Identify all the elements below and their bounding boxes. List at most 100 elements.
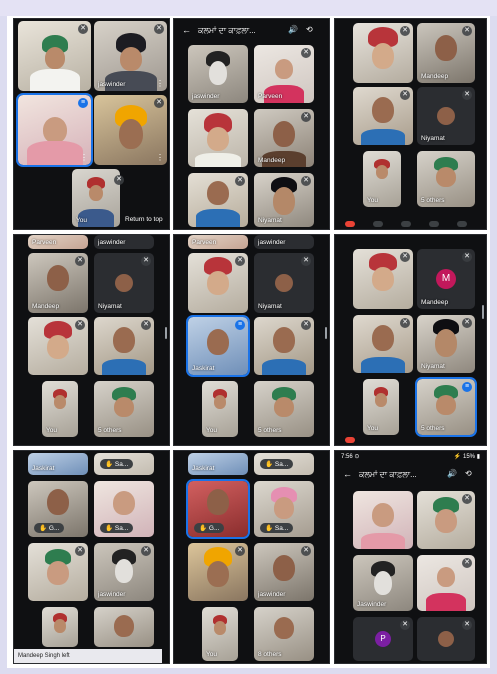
video-tile-jaswinder[interactable]: jaswinder [94,235,154,249]
mic-muted-icon: ✕ [301,48,311,58]
video-tile[interactable]: ✕ ⋮ [94,95,167,165]
end-call-button[interactable] [345,437,355,443]
speaker-icon[interactable]: 🔊 [447,469,457,478]
self-view-tile[interactable]: You [202,607,238,661]
video-tile-jaswinder[interactable]: jaswinder [188,45,248,103]
video-tile-niyamat[interactable]: Niyamat ✕ [254,253,314,313]
video-tile-sa[interactable]: ✋ Sa... [94,453,154,475]
video-tile-jaswinder[interactable]: Jaswinder [353,555,413,611]
video-tile[interactable]: ✕ [353,315,413,373]
participant-name: Mandeep [421,299,449,306]
participant-face [207,181,229,205]
self-view-tile[interactable]: You [72,169,120,227]
video-tile[interactable]: ✕ [94,317,154,375]
participant-face [47,489,69,515]
others-tile[interactable]: 5 others [94,381,154,437]
video-tile-speaking[interactable]: ≡ ⋮ [16,93,93,167]
video-tile-jaskirat[interactable]: Jaskirat [188,453,248,475]
meet-screenshot-6: ✕ M Mandeep ✕ ✕ Niyamat ✕ You 5 others ≡ [334,234,487,446]
switch-camera-icon[interactable]: ⟲ [465,469,472,478]
participant-face [42,117,67,143]
video-tile-niyamat[interactable]: Niyamat ✕ [417,315,475,373]
scrollbar[interactable] [482,305,484,319]
video-tile[interactable]: ✕ [188,253,248,313]
video-tile[interactable]: P ✕ [353,617,413,661]
video-tile[interactable]: ✕ [417,617,475,661]
video-tile-jaswinder[interactable]: ✕ jaswinder ⋮ [94,21,167,91]
meet-screenshot-7: Jaskirat ✋ Sa... ✋ G... ✋ Sa... ✕ jaswin… [13,450,170,664]
video-tile-niyamat[interactable]: Niyamat ✕ [254,173,314,227]
video-tile-mandeep[interactable]: M Mandeep ✕ [417,249,475,309]
video-tile-jaswinder[interactable]: jaswinder ✕ [254,543,314,601]
video-tile-niyamat[interactable]: Niyamat ✕ [94,253,154,313]
hand-button[interactable] [429,221,439,227]
video-tile-parveen[interactable]: Parveen [188,235,248,249]
video-tile[interactable]: ✕ [353,87,413,145]
video-tile[interactable] [353,491,413,549]
mic-muted-icon: ✕ [462,90,472,100]
participant-face [375,393,387,407]
video-tile-parveen[interactable]: Parveen ✕ [254,45,314,103]
participant-face [118,119,143,149]
video-tile-sa[interactable]: ✋ Sa... [94,481,154,537]
video-tile-jaswinder[interactable]: jaswinder [254,235,314,249]
self-view-tile[interactable] [42,607,78,647]
video-tile-niyamat[interactable]: Niyamat ✕ [417,87,475,145]
video-tile-mandeep[interactable]: Mandeep ✕ [28,253,88,313]
scrollbar[interactable] [165,327,167,339]
participant-face [372,325,394,351]
mic-button[interactable] [401,221,411,227]
video-tile-sa[interactable]: ✋ Sa... [254,453,314,475]
self-view-tile[interactable]: You [42,381,78,437]
video-tile-mandeep[interactable]: Mandeep ✕ [254,109,314,167]
back-arrow-icon[interactable]: ← [343,469,352,479]
video-tile[interactable] [188,109,248,167]
self-view-tile[interactable]: You [363,151,401,207]
meet-screenshot-4: Parveen jaswinder Mandeep ✕ Niyamat ✕ ✕ … [13,234,170,446]
video-tile[interactable]: ✕ [188,173,248,227]
mic-muted-icon: ✕ [75,320,85,330]
video-tile[interactable]: ✕ [18,21,91,91]
self-view-tile[interactable]: You [363,379,399,435]
more-options-icon[interactable]: ⋮ [80,154,88,162]
participant-face [436,167,456,187]
video-tile-jaswinder[interactable]: jaswinder ✕ [94,543,154,601]
video-tile-g[interactable]: ✋ G... [186,479,250,539]
others-tile[interactable]: 5 others [417,151,475,207]
more-options-icon[interactable]: ⋮ [156,154,164,162]
mic-muted-icon: ✕ [141,320,151,330]
self-view-tile[interactable]: You [202,381,238,437]
participant-body [195,153,241,167]
video-tile-sa[interactable]: ✋ Sa... [254,481,314,537]
video-tile[interactable] [94,607,154,647]
video-tile-jaskirat[interactable]: Jaskirat ≡ [186,315,250,377]
video-tile[interactable]: ✕ [188,543,248,601]
more-options-icon[interactable]: ⋮ [156,80,164,88]
video-tile[interactable]: ✕ [28,317,88,375]
scrollbar[interactable] [325,327,327,339]
participant-face [437,567,455,587]
others-tile[interactable]: 5 others [254,381,314,437]
participant-name: Sa... [114,525,129,532]
back-arrow-icon[interactable]: ← [182,25,191,35]
video-tile[interactable]: ✕ [353,249,413,309]
others-tile[interactable]: 8 others [254,607,314,661]
video-tile[interactable]: ✕ [353,23,413,83]
end-call-button[interactable] [345,221,355,227]
mic-muted-icon: ✕ [301,112,311,122]
participant-face [207,329,229,355]
video-tile[interactable]: ✕ [28,543,88,601]
return-to-top-link[interactable]: Return to top [120,215,168,224]
camera-button[interactable] [373,221,383,227]
switch-camera-icon[interactable]: ⟲ [306,25,313,34]
video-tile-g[interactable]: ✋ G... [28,481,88,537]
video-tile-jaskirat[interactable]: Jaskirat [28,453,88,475]
video-tile[interactable]: ✕ [254,317,314,375]
video-tile-parveen[interactable]: Parveen [28,235,88,249]
video-tile[interactable]: ✕ [417,491,475,549]
video-tile-mandeep[interactable]: Mandeep ✕ [417,23,475,83]
video-tile[interactable]: ✕ [417,555,475,611]
speaker-icon[interactable]: 🔊 [288,25,298,34]
others-tile[interactable]: 5 others ≡ [415,377,477,437]
more-button[interactable] [457,221,467,227]
